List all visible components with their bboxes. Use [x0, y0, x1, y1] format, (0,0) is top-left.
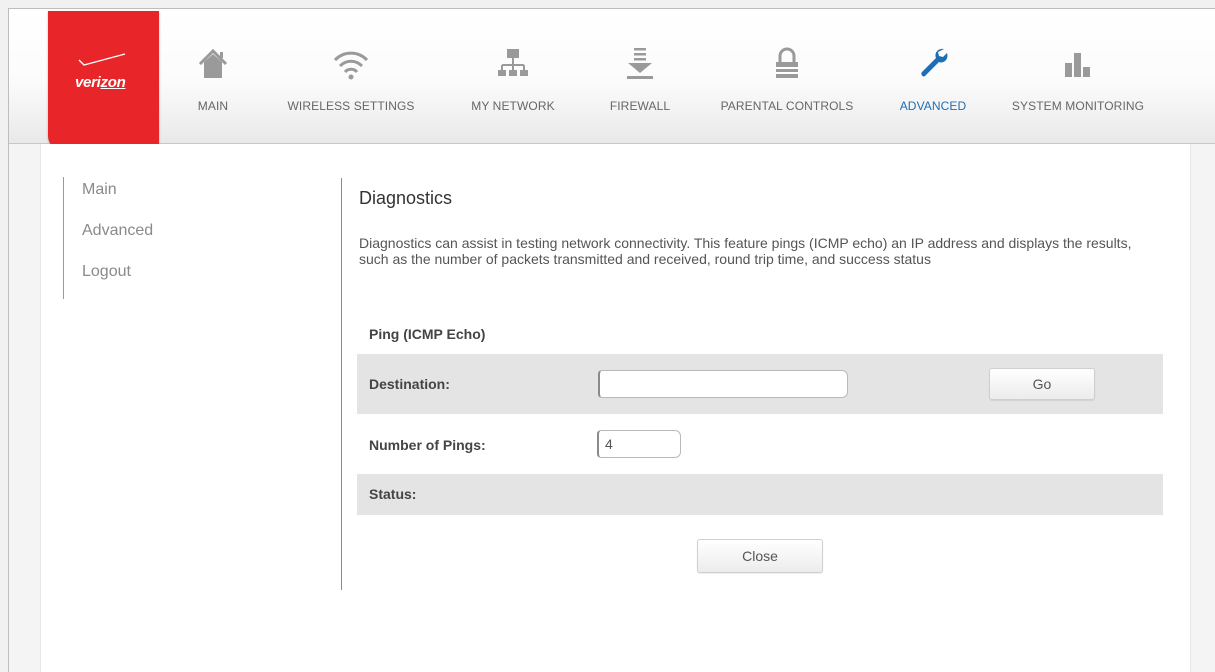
network-icon — [498, 49, 528, 76]
verizon-check-icon — [78, 53, 126, 66]
nav-firewall-label: FIREWALL — [609, 99, 671, 113]
destination-input[interactable] — [598, 370, 848, 398]
status-row: Status: — [357, 474, 1163, 515]
nav-parental-controls-label: PARENTAL CONTROLS — [720, 99, 854, 113]
go-button[interactable]: Go — [989, 368, 1095, 400]
right-margin — [1190, 144, 1215, 672]
close-button[interactable]: Close — [697, 539, 823, 573]
nav-advanced[interactable]: ADVANCED — [888, 45, 978, 113]
status-label: Status: — [369, 486, 417, 502]
wifi-icon — [333, 51, 369, 80]
page-title: Diagnostics — [359, 188, 453, 208]
number-of-pings-input[interactable] — [597, 430, 681, 458]
sidebar-item-logout[interactable]: Logout — [64, 259, 153, 300]
sidebar-menu: Main Advanced Logout — [63, 177, 153, 299]
vertical-divider — [341, 178, 342, 590]
lock-icon — [776, 47, 798, 78]
sidebar-item-main[interactable]: Main — [64, 177, 153, 218]
firewall-icon — [627, 48, 653, 79]
number-of-pings-label: Number of Pings: — [369, 437, 486, 453]
nav-parental-controls[interactable]: PARENTAL CONTROLS — [712, 45, 862, 113]
left-margin — [9, 144, 40, 672]
nav-firewall[interactable]: FIREWALL — [604, 45, 676, 113]
nav-my-network-label: MY NETWORK — [471, 99, 555, 113]
nav-system-monitoring-label: SYSTEM MONITORING — [1011, 99, 1145, 113]
nav-main[interactable]: MAIN — [190, 45, 236, 113]
destination-row: Destination: Go — [357, 354, 1163, 414]
nav-wireless-settings-label: WIRELESS SETTINGS — [287, 99, 415, 113]
bar-chart-icon — [1065, 53, 1090, 77]
ping-section-title: Ping (ICMP Echo) — [369, 326, 486, 342]
nav-my-network[interactable]: MY NETWORK — [463, 45, 563, 113]
logo-wordmark: verizon — [75, 74, 126, 91]
nav-main-label: MAIN — [197, 99, 229, 113]
verizon-logo[interactable]: verizon — [48, 11, 159, 150]
nav-wireless-settings[interactable]: WIRELESS SETTINGS — [276, 45, 426, 113]
home-icon — [198, 48, 228, 78]
number-of-pings-row: Number of Pings: — [357, 414, 1163, 474]
page-description: Diagnostics can assist in testing networ… — [359, 235, 1132, 267]
top-navigation-bar: verizon MAIN WIRELESS SETTINGS MY NETWOR… — [9, 9, 1215, 150]
nav-system-monitoring[interactable]: SYSTEM MONITORING — [1003, 45, 1153, 113]
wrench-icon — [921, 48, 948, 77]
destination-label: Destination: — [369, 376, 450, 392]
sidebar-item-advanced[interactable]: Advanced — [64, 218, 153, 259]
nav-advanced-label: ADVANCED — [899, 99, 967, 113]
